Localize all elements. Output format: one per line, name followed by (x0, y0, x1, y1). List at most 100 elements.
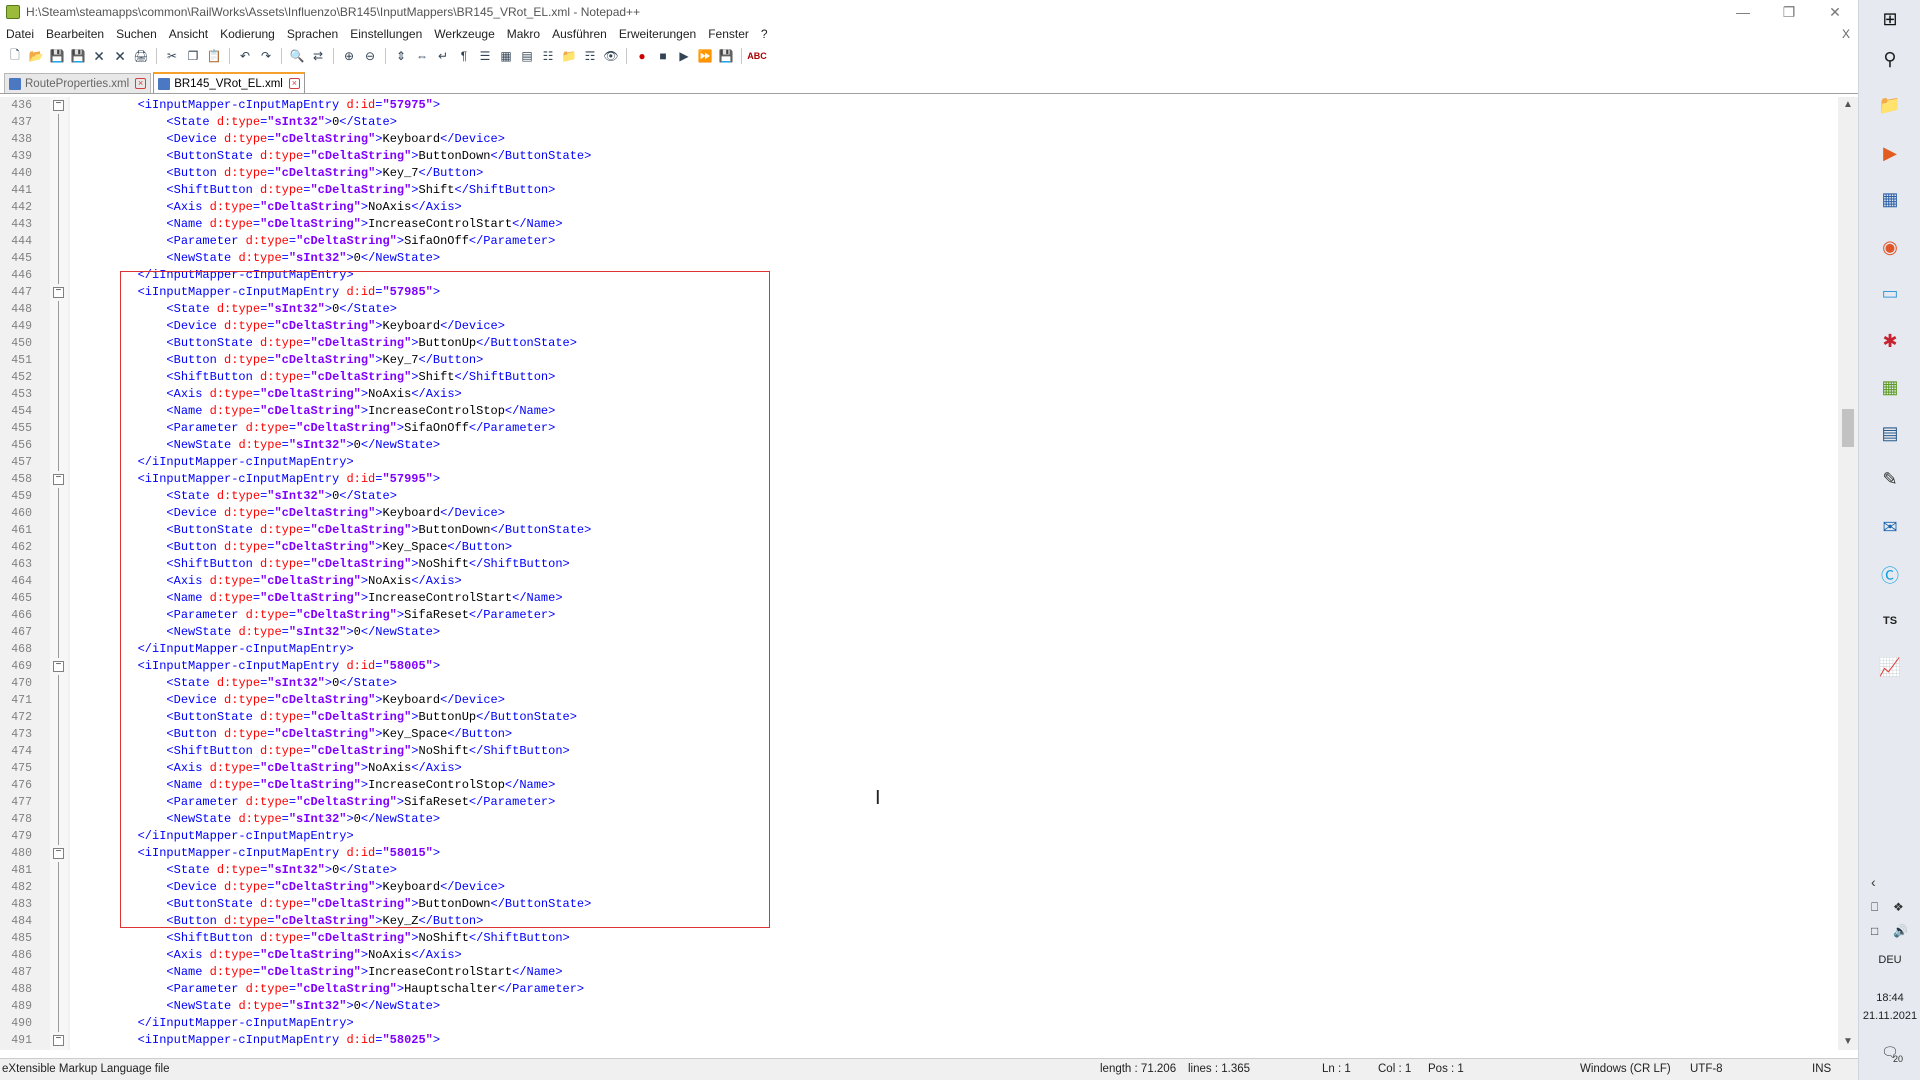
code-line[interactable]: 456 <NewState d:type="sInt32">0</NewStat… (0, 437, 1845, 454)
notepadpp-taskbar-icon[interactable]: ✎ (1875, 464, 1905, 494)
status-encoding[interactable]: UTF-8 (1690, 1063, 1723, 1075)
code-line[interactable]: 479 </iInputMapper-cInputMapEntry> (0, 828, 1845, 845)
code-line[interactable]: 470 <State d:type="sInt32">0</State> (0, 675, 1845, 692)
new-file-icon[interactable]: 🗋 (6, 47, 24, 65)
tab-br145-vrot-el[interactable]: BR145_VRot_EL.xml × (153, 72, 305, 93)
status-eol[interactable]: Windows (CR LF) (1580, 1063, 1671, 1075)
tab-routeproperties[interactable]: RouteProperties.xml × (4, 73, 152, 93)
chevron-left-icon[interactable]: ‹ (1871, 874, 1876, 890)
skype-icon[interactable]: Ⓒ (1875, 560, 1905, 590)
code-line[interactable]: 477 <Parameter d:type="cDeltaString">Sif… (0, 794, 1845, 811)
code-line[interactable]: 450 <ButtonState d:type="cDeltaString">B… (0, 335, 1845, 352)
fold-toggle-icon[interactable]: − (53, 100, 64, 111)
close-window-button[interactable]: ✕ (1812, 0, 1858, 24)
code-line[interactable]: 472 <ButtonState d:type="cDeltaString">B… (0, 709, 1845, 726)
network-icon[interactable]: □ (1871, 924, 1878, 938)
code-line[interactable]: 458 − <iInputMapper-cInputMapEntry d:id="… (0, 471, 1845, 488)
menu-erweiterungen[interactable]: Erweiterungen (613, 24, 702, 44)
code-line[interactable]: 438 <Device d:type="cDeltaString">Keyboa… (0, 131, 1845, 148)
menu-sprachen[interactable]: Sprachen (281, 24, 344, 44)
code-line[interactable]: 468 </iInputMapper-cInputMapEntry> (0, 641, 1845, 658)
sync-vertical-icon[interactable]: ⇕ (392, 47, 410, 65)
close-document-button[interactable]: X (1842, 27, 1858, 41)
code-line[interactable]: 457 </iInputMapper-cInputMapEntry> (0, 454, 1845, 471)
media-player-icon[interactable]: ▶ (1875, 138, 1905, 168)
menu-ansicht[interactable]: Ansicht (163, 24, 214, 44)
paste-icon[interactable]: 📋 (205, 47, 223, 65)
menu-kodierung[interactable]: Kodierung (214, 24, 281, 44)
code-line[interactable]: 476 <Name d:type="cDeltaString">Increase… (0, 777, 1845, 794)
indent-guide-icon[interactable]: ☰ (476, 47, 494, 65)
windows-start-icon[interactable]: ⊞ (1875, 4, 1905, 34)
zoom-in-icon[interactable]: ⊕ (340, 47, 358, 65)
code-line[interactable]: 437 <State d:type="sInt32">0</State> (0, 114, 1845, 131)
code-line[interactable]: 444 <Parameter d:type="cDeltaString">Sif… (0, 233, 1845, 250)
code-line[interactable]: 486 <Axis d:type="cDeltaString">NoAxis</… (0, 947, 1845, 964)
stop-macro-icon[interactable]: ■ (654, 47, 672, 65)
code-line[interactable]: 440 <Button d:type="cDeltaString">Key_7<… (0, 165, 1845, 182)
dropbox-icon[interactable]: ❖ (1893, 900, 1904, 914)
code-line[interactable]: 480 − <iInputMapper-cInputMapEntry d:id="… (0, 845, 1845, 862)
code-line[interactable]: 441 <ShiftButton d:type="cDeltaString">S… (0, 182, 1845, 199)
folder-workspace-icon[interactable]: 📁 (560, 47, 578, 65)
input-language[interactable]: DEU (1859, 954, 1920, 966)
firefox-icon[interactable]: ◉ (1875, 232, 1905, 262)
outlook-icon[interactable]: ✉ (1875, 512, 1905, 542)
code-line[interactable]: 449 <Device d:type="cDeltaString">Keyboa… (0, 318, 1845, 335)
monitoring-icon[interactable]: 👁 (602, 47, 620, 65)
code-line[interactable]: 491 − <iInputMapper-cInputMapEntry d:id="… (0, 1032, 1845, 1049)
save-all-icon[interactable]: 💾 (69, 47, 87, 65)
fold-toggle-icon[interactable]: − (53, 287, 64, 298)
code-line[interactable]: 461 <ButtonState d:type="cDeltaString">B… (0, 522, 1845, 539)
code-line[interactable]: 439 <ButtonState d:type="cDeltaString">B… (0, 148, 1845, 165)
code-line[interactable]: 443 <Name d:type="cDeltaString">Increase… (0, 216, 1845, 233)
code-line[interactable]: 488 <Parameter d:type="cDeltaString">Hau… (0, 981, 1845, 998)
document-app-icon[interactable]: ▤ (1875, 418, 1905, 448)
code-line[interactable]: 463 <ShiftButton d:type="cDeltaString">N… (0, 556, 1845, 573)
code-line[interactable]: 455 <Parameter d:type="cDeltaString">Sif… (0, 420, 1845, 437)
code-line[interactable]: 460 <Device d:type="cDeltaString">Keyboa… (0, 505, 1845, 522)
redo-icon[interactable]: ↷ (257, 47, 275, 65)
menu-makro[interactable]: Makro (501, 24, 546, 44)
code-line[interactable]: 475 <Axis d:type="cDeltaString">NoAxis</… (0, 760, 1845, 777)
undo-icon[interactable]: ↶ (236, 47, 254, 65)
code-editor[interactable]: 436 − <iInputMapper-cInputMapEntry d:id="… (0, 97, 1845, 1050)
menu-suchen[interactable]: Suchen (110, 24, 163, 44)
code-line[interactable]: 462 <Button d:type="cDeltaString">Key_Sp… (0, 539, 1845, 556)
cut-icon[interactable]: ✂ (163, 47, 181, 65)
code-line[interactable]: 487 <Name d:type="cDeltaString">Increase… (0, 964, 1845, 981)
code-line[interactable]: 490 </iInputMapper-cInputMapEntry> (0, 1015, 1845, 1032)
code-line[interactable]: 452 <ShiftButton d:type="cDeltaString">S… (0, 369, 1845, 386)
run-macro-multiple-icon[interactable]: ⏩ (696, 47, 714, 65)
menu-werkzeuge[interactable]: Werkzeuge (428, 24, 500, 44)
play-macro-icon[interactable]: ▶ (675, 47, 693, 65)
open-file-icon[interactable]: 📂 (27, 47, 45, 65)
code-line[interactable]: 448 <State d:type="sInt32">0</State> (0, 301, 1845, 318)
code-line[interactable]: 473 <Button d:type="cDeltaString">Key_Sp… (0, 726, 1845, 743)
search-icon[interactable]: ⚲ (1875, 44, 1905, 74)
show-all-characters-icon[interactable]: ¶ (455, 47, 473, 65)
function-list-icon[interactable]: ☷ (539, 47, 557, 65)
close-file-icon[interactable]: 🗙 (90, 47, 108, 65)
menu-fenster[interactable]: Fenster (702, 24, 755, 44)
code-line[interactable]: 446 </iInputMapper-cInputMapEntry> (0, 267, 1845, 284)
menu-datei[interactable]: Datei (0, 24, 40, 44)
code-line[interactable]: 459 <State d:type="sInt32">0</State> (0, 488, 1845, 505)
code-line[interactable]: 485 <ShiftButton d:type="cDeltaString">N… (0, 930, 1845, 947)
menu-ausfuehren[interactable]: Ausführen (546, 24, 613, 44)
menu-help[interactable]: ? (755, 24, 774, 44)
zoom-out-icon[interactable]: ⊖ (361, 47, 379, 65)
document-map-icon[interactable]: ▤ (518, 47, 536, 65)
tab-close-icon[interactable]: × (288, 78, 300, 89)
fold-toggle-icon[interactable]: − (53, 1035, 64, 1046)
code-line[interactable]: 466 <Parameter d:type="cDeltaString">Sif… (0, 607, 1845, 624)
code-line[interactable]: 489 <NewState d:type="sInt32">0</NewStat… (0, 998, 1845, 1015)
record-macro-icon[interactable]: ● (633, 47, 651, 65)
word-wrap-icon[interactable]: ↵ (434, 47, 452, 65)
menu-einstellungen[interactable]: Einstellungen (344, 24, 428, 44)
close-all-icon[interactable]: 🗙 (111, 47, 129, 65)
code-line[interactable]: 464 <Axis d:type="cDeltaString">NoAxis</… (0, 573, 1845, 590)
code-line[interactable]: 447 − <iInputMapper-cInputMapEntry d:id="… (0, 284, 1845, 301)
code-line[interactable]: 478 <NewState d:type="sInt32">0</NewStat… (0, 811, 1845, 828)
volume-icon[interactable]: 🔊 (1893, 924, 1908, 938)
